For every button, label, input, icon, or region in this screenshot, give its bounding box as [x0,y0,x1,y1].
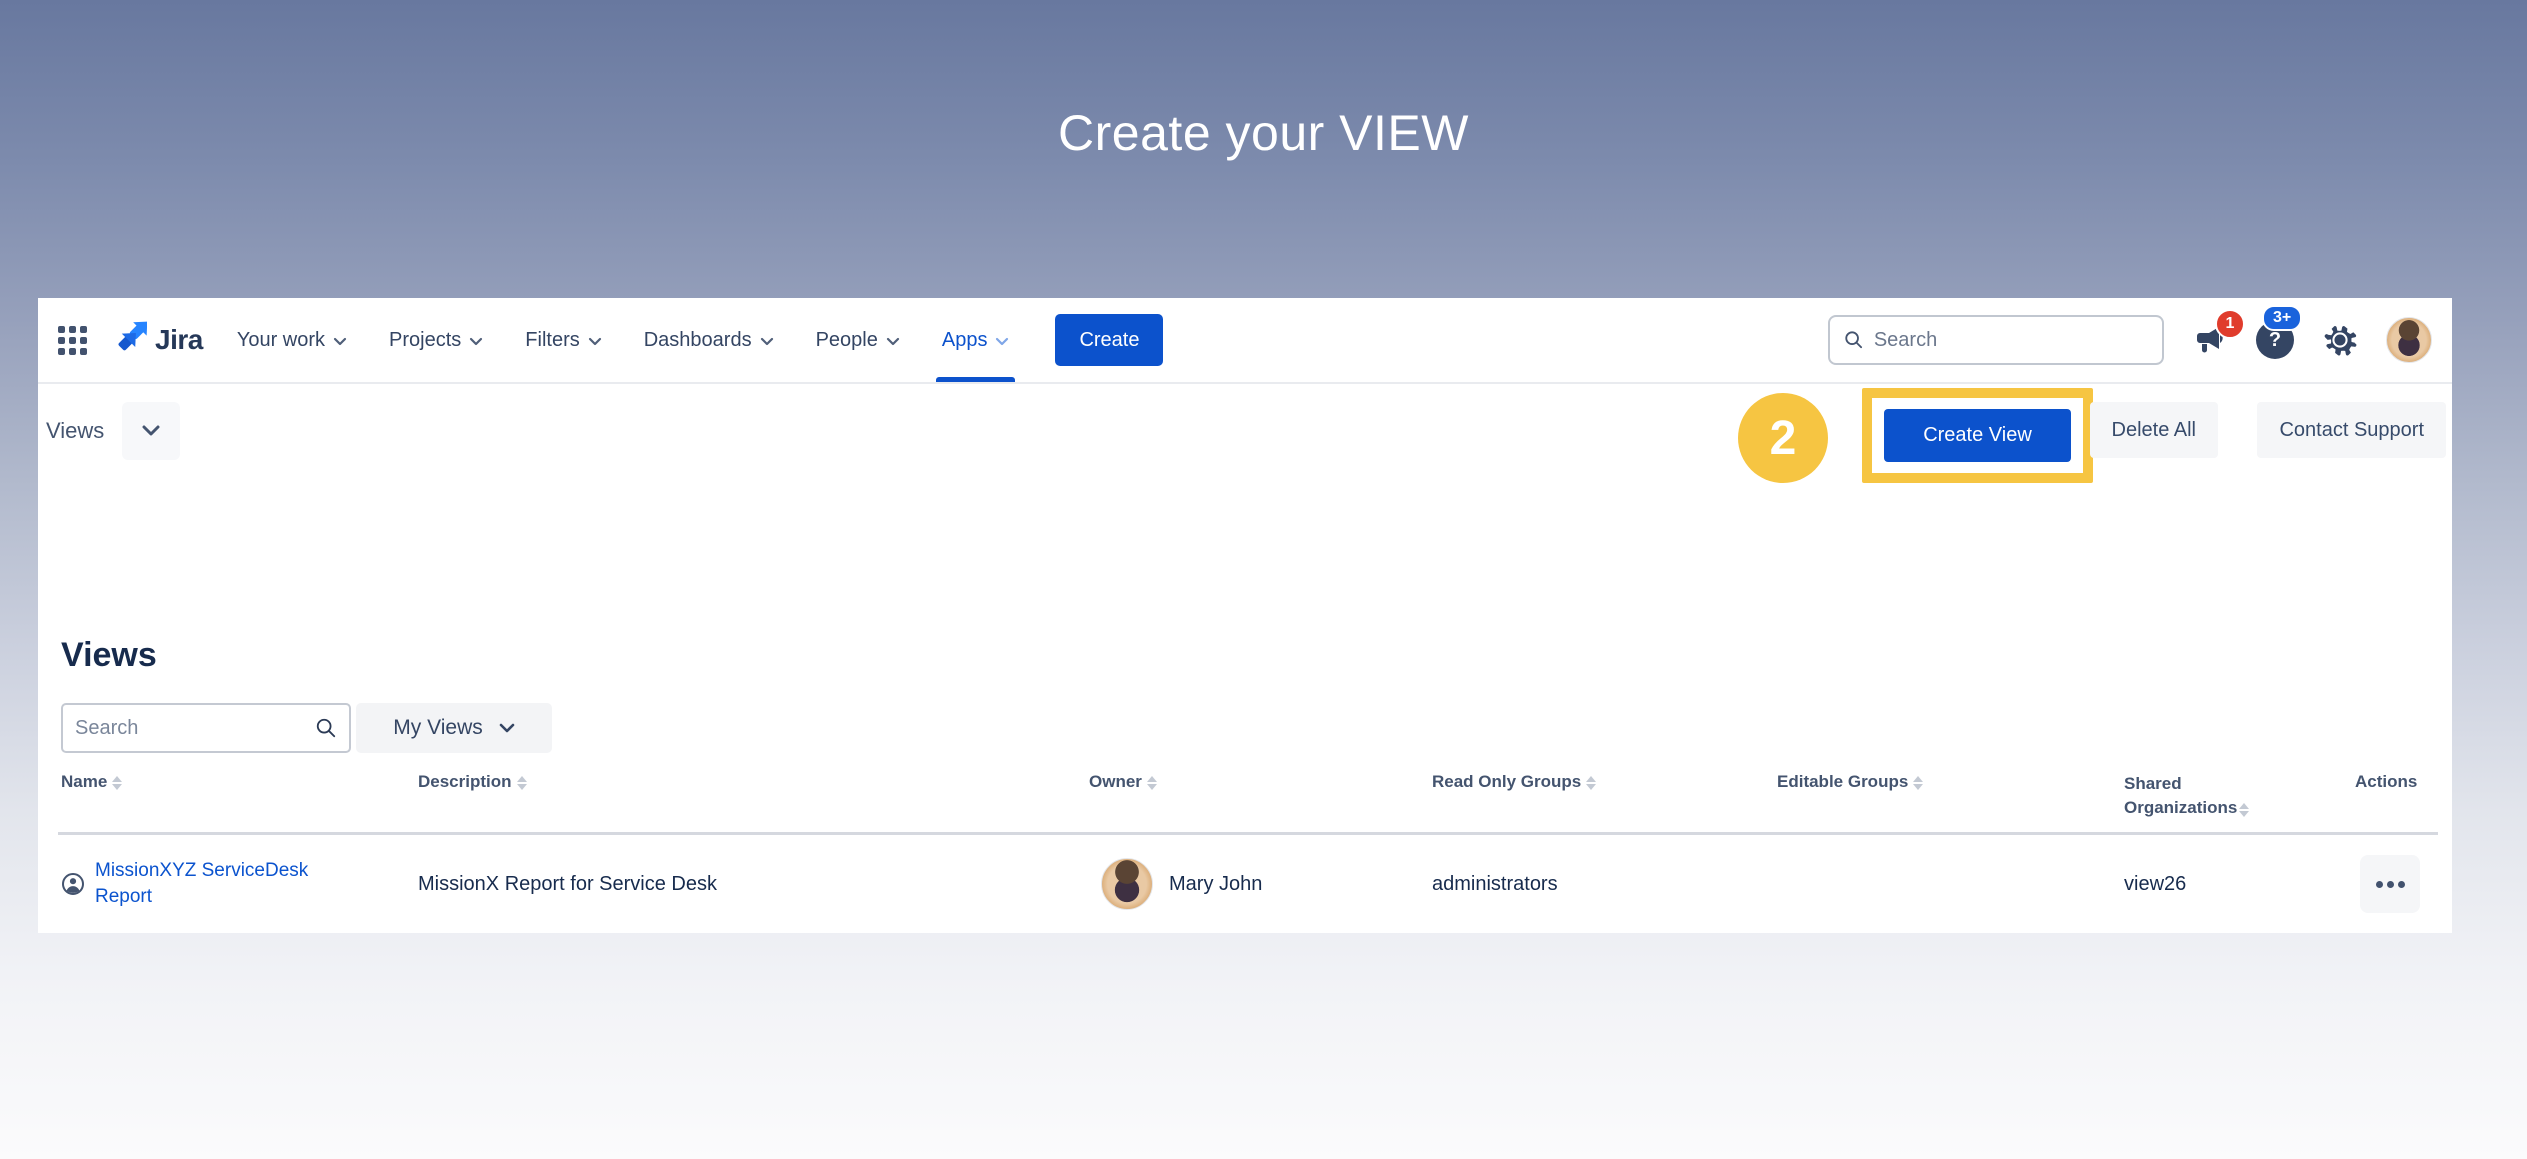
nav-item-filters[interactable]: Filters [525,298,601,382]
nav-item-apps[interactable]: Apps [942,298,1010,382]
owner-cell: Mary John [1101,835,1262,933]
nav-item-your-work[interactable]: Your work [237,298,347,382]
column-header-actions: Actions [2355,772,2417,792]
nav-item-projects[interactable]: Projects [389,298,483,382]
actions-cell [2360,835,2420,933]
chevron-down-icon [886,337,900,347]
help-badge: 3+ [2262,305,2302,331]
jira-logo[interactable]: Jira [109,319,203,362]
top-navbar: Jira Your work Projects Filters Dashboar… [38,298,2452,384]
column-header-editable-groups[interactable]: Editable Groups [1777,772,1923,792]
jira-app-panel: Jira Your work Projects Filters Dashboar… [38,298,2452,933]
chevron-down-icon [333,337,347,347]
delete-all-button[interactable]: Delete All [2090,402,2219,458]
search-icon [315,716,337,740]
nav-item-people[interactable]: People [816,298,900,382]
global-search[interactable] [1828,315,2164,365]
column-header-owner[interactable]: Owner [1089,772,1157,792]
name-cell: MissionXYZ ServiceDesk Report [61,835,313,933]
notification-badge: 1 [2215,309,2245,339]
description-cell: MissionX Report for Service Desk [418,835,717,933]
views-breadcrumb-label: Views [46,418,104,444]
chevron-down-icon [469,337,483,347]
help-button[interactable]: ? 3+ [2256,321,2294,359]
user-circle-icon [61,872,85,896]
sort-icon [517,776,527,790]
column-header-read-only-groups[interactable]: Read Only Groups [1432,772,1596,792]
gear-icon [2321,321,2359,359]
tutorial-step-badge: 2 [1738,393,1828,483]
sort-icon [112,776,122,790]
page-title: Views [61,636,157,675]
sort-icon [1147,776,1157,790]
views-filter-dropdown[interactable]: My Views [356,703,552,753]
tutorial-title: Create your VIEW [0,104,2527,162]
shared-organizations-cell: view26 [2124,835,2186,933]
sort-icon [1913,776,1923,790]
primary-nav: Your work Projects Filters Dashboards Pe… [237,298,1010,382]
chevron-down-icon [760,337,774,347]
contact-support-button[interactable]: Contact Support [2257,402,2446,458]
app-switcher-icon[interactable] [58,326,87,355]
notifications-button[interactable]: 1 [2191,321,2229,359]
column-header-shared-organizations[interactable]: Shared Organizations [2124,772,2289,820]
create-view-button[interactable]: Create View [1884,409,2071,462]
sort-icon [1586,776,1596,790]
jira-logo-icon [109,319,147,362]
nav-item-dashboards[interactable]: Dashboards [644,298,774,382]
read-only-groups-cell: administrators [1432,835,1558,933]
row-actions-button[interactable] [2360,855,2420,913]
sort-icon [2239,803,2249,817]
views-search-input[interactable] [75,717,315,740]
chevron-down-icon [995,337,1009,347]
create-button[interactable]: Create [1055,314,1163,366]
column-header-description[interactable]: Description [418,772,527,792]
search-input[interactable] [1874,329,2148,352]
settings-button[interactable] [2321,321,2359,359]
jira-wordmark: Jira [155,324,203,356]
ellipsis-icon [2376,881,2383,888]
search-icon [1844,329,1864,351]
chevron-down-icon [499,723,515,734]
views-dropdown-button[interactable] [122,402,180,460]
views-toolbar: Views 2 Create View Delete All Contact S… [38,386,2452,496]
views-search[interactable] [61,703,351,753]
chevron-down-icon [588,337,602,347]
view-name-link[interactable]: MissionXYZ ServiceDesk Report [95,858,313,909]
owner-name: Mary John [1169,873,1262,896]
table-header-row: Name Description Owner Read Only Groups … [38,772,2452,832]
tutorial-highlight-box: Create View [1862,388,2093,483]
owner-avatar [1101,858,1153,910]
user-avatar[interactable] [2386,317,2432,363]
column-header-name[interactable]: Name [61,772,122,792]
table-row: MissionXYZ ServiceDesk Report MissionX R… [38,835,2452,933]
chevron-down-icon [142,425,160,437]
navbar-right: 1 ? 3+ [1828,315,2432,365]
